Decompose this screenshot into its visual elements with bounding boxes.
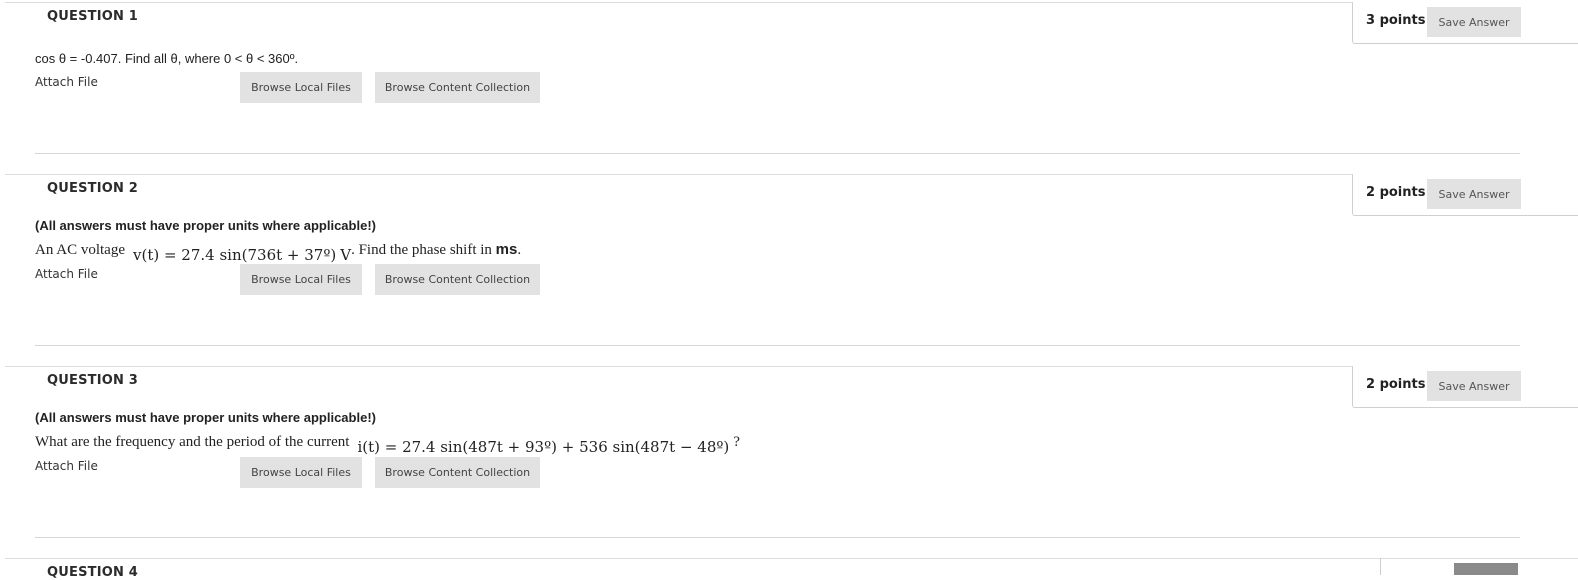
- question-divider: [5, 2, 1578, 3]
- question-text-part: An AC voltage: [35, 242, 125, 258]
- save-answer-button[interactable]: Save Answer: [1427, 179, 1521, 209]
- unit-label: ms: [495, 241, 518, 258]
- points-box-edge: [1380, 558, 1381, 575]
- points-box: 2 points Save Answer: [1352, 174, 1578, 216]
- attach-file-label: Attach File: [35, 75, 98, 89]
- section-separator: [35, 537, 1520, 538]
- question-text-part: ?: [733, 434, 740, 450]
- question-title: QUESTION 3: [47, 373, 139, 388]
- browse-local-files-button[interactable]: Browse Local Files: [240, 264, 362, 295]
- question-text: cos θ = -0.407. Find all θ, where 0 < θ …: [35, 51, 299, 66]
- question-text: An AC voltage v(t) = 27.4 sin(736t + 37º)…: [35, 240, 522, 264]
- attach-file-label: Attach File: [35, 267, 98, 281]
- question-title: QUESTION 2: [47, 181, 139, 196]
- browse-content-collection-button[interactable]: Browse Content Collection: [375, 264, 540, 295]
- browse-local-files-button[interactable]: Browse Local Files: [240, 457, 362, 488]
- points-box: 3 points Save Answer: [1352, 2, 1578, 44]
- points-label: 2 points: [1366, 377, 1426, 392]
- section-separator: [35, 153, 1520, 154]
- save-answer-button-partial[interactable]: [1454, 563, 1518, 575]
- points-label: 3 points: [1366, 13, 1426, 28]
- browse-content-collection-button[interactable]: Browse Content Collection: [375, 72, 540, 103]
- question-title: QUESTION 4: [47, 565, 139, 580]
- current-equation: i(t) = 27.4 sin(487t + 93º) + 536 sin(48…: [357, 438, 730, 456]
- question-divider: [5, 366, 1578, 367]
- points-label: 2 points: [1366, 185, 1426, 200]
- units-note: (All answers must have proper units wher…: [35, 410, 376, 425]
- save-answer-button[interactable]: Save Answer: [1427, 371, 1521, 401]
- question-text-part: . Find the phase shift in: [351, 242, 496, 258]
- points-box: 2 points Save Answer: [1352, 366, 1578, 408]
- question-text-part: What are the frequency and the period of…: [35, 434, 350, 450]
- browse-content-collection-button[interactable]: Browse Content Collection: [375, 457, 540, 488]
- question-divider: [5, 558, 1578, 559]
- section-separator: [35, 345, 1520, 346]
- voltage-unit: V: [340, 246, 352, 264]
- units-note: (All answers must have proper units wher…: [35, 218, 376, 233]
- save-answer-button[interactable]: Save Answer: [1427, 7, 1521, 37]
- question-text-part: .: [517, 242, 522, 258]
- question-divider: [5, 174, 1578, 175]
- question-text: What are the frequency and the period of…: [35, 432, 740, 456]
- voltage-equation: v(t) = 27.4 sin(736t + 37º): [133, 246, 337, 264]
- question-title: QUESTION 1: [47, 9, 139, 24]
- browse-local-files-button[interactable]: Browse Local Files: [240, 72, 362, 103]
- attach-file-label: Attach File: [35, 459, 98, 473]
